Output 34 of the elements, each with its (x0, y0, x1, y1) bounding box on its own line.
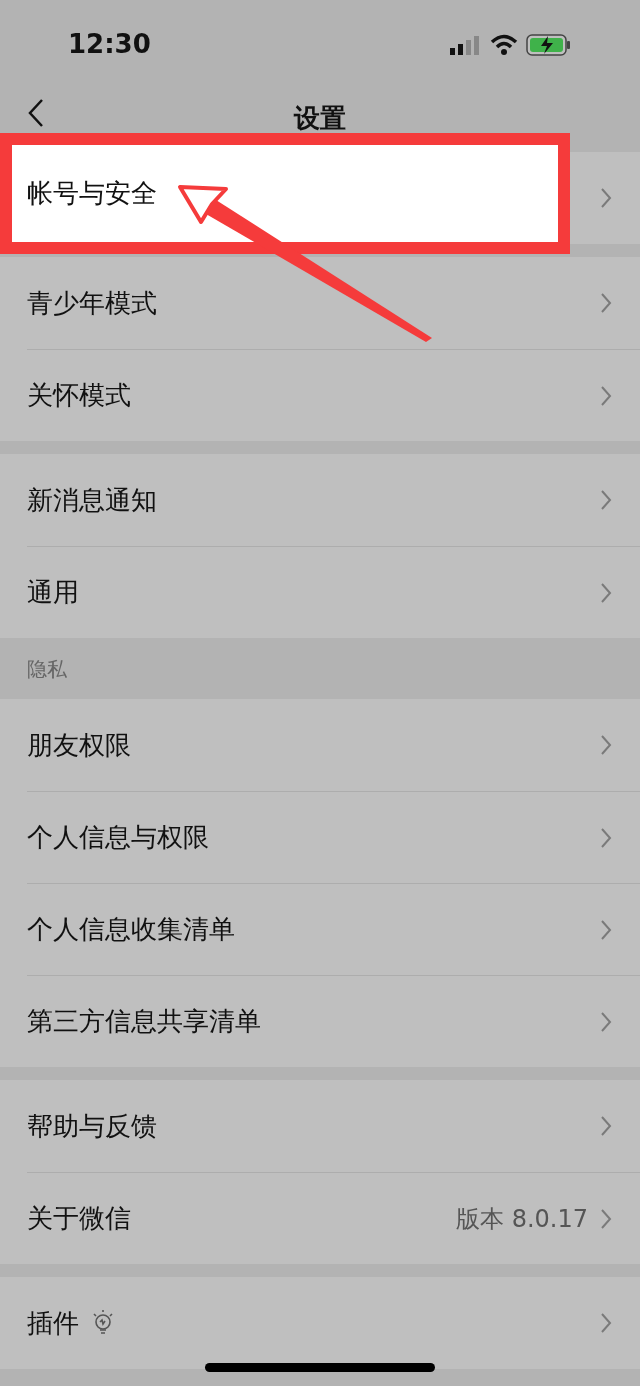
page-title: 设置 (294, 102, 346, 135)
row-label: 通用 (27, 576, 79, 609)
row-label: 帮助与反馈 (27, 1109, 157, 1143)
chevron-right-icon (600, 918, 612, 941)
chevron-right-icon (600, 1312, 612, 1334)
section-header: 隐私 (27, 655, 67, 683)
row-label: 关于微信 (27, 1202, 131, 1235)
row-label: 青少年模式 (27, 286, 157, 320)
light-bulb-icon (91, 1309, 115, 1337)
chevron-right-icon (600, 489, 612, 511)
row-label: 个人信息与权限 (27, 821, 209, 854)
row-label: 朋友权限 (27, 728, 131, 762)
row-label: 插件 (27, 1306, 79, 1340)
row-label: 个人信息收集清单 (27, 913, 235, 946)
signal-icon (450, 34, 482, 55)
chevron-right-icon (600, 1115, 612, 1137)
chevron-right-icon (600, 187, 612, 209)
chevron-right-icon (600, 384, 612, 407)
row-label: 新消息通知 (27, 483, 157, 517)
highlight-frame[interactable]: 帐号与安全 (0, 133, 570, 254)
row-label: 第三方信息共享清单 (27, 1005, 261, 1038)
chevron-right-icon (600, 734, 612, 756)
wifi-icon (490, 33, 518, 56)
battery-charging-icon (526, 33, 572, 56)
status-time: 12:30 (68, 28, 151, 61)
row-value: 版本 8.0.17 (456, 1203, 588, 1235)
row-label: 关怀模式 (27, 379, 131, 412)
chevron-right-icon (600, 581, 612, 604)
back-icon[interactable] (27, 98, 45, 128)
chevron-right-icon (600, 1010, 612, 1033)
chevron-right-icon (600, 826, 612, 849)
row-label: 帐号与安全 (27, 177, 157, 210)
chevron-right-icon (600, 1207, 612, 1230)
chevron-right-icon (600, 292, 612, 314)
